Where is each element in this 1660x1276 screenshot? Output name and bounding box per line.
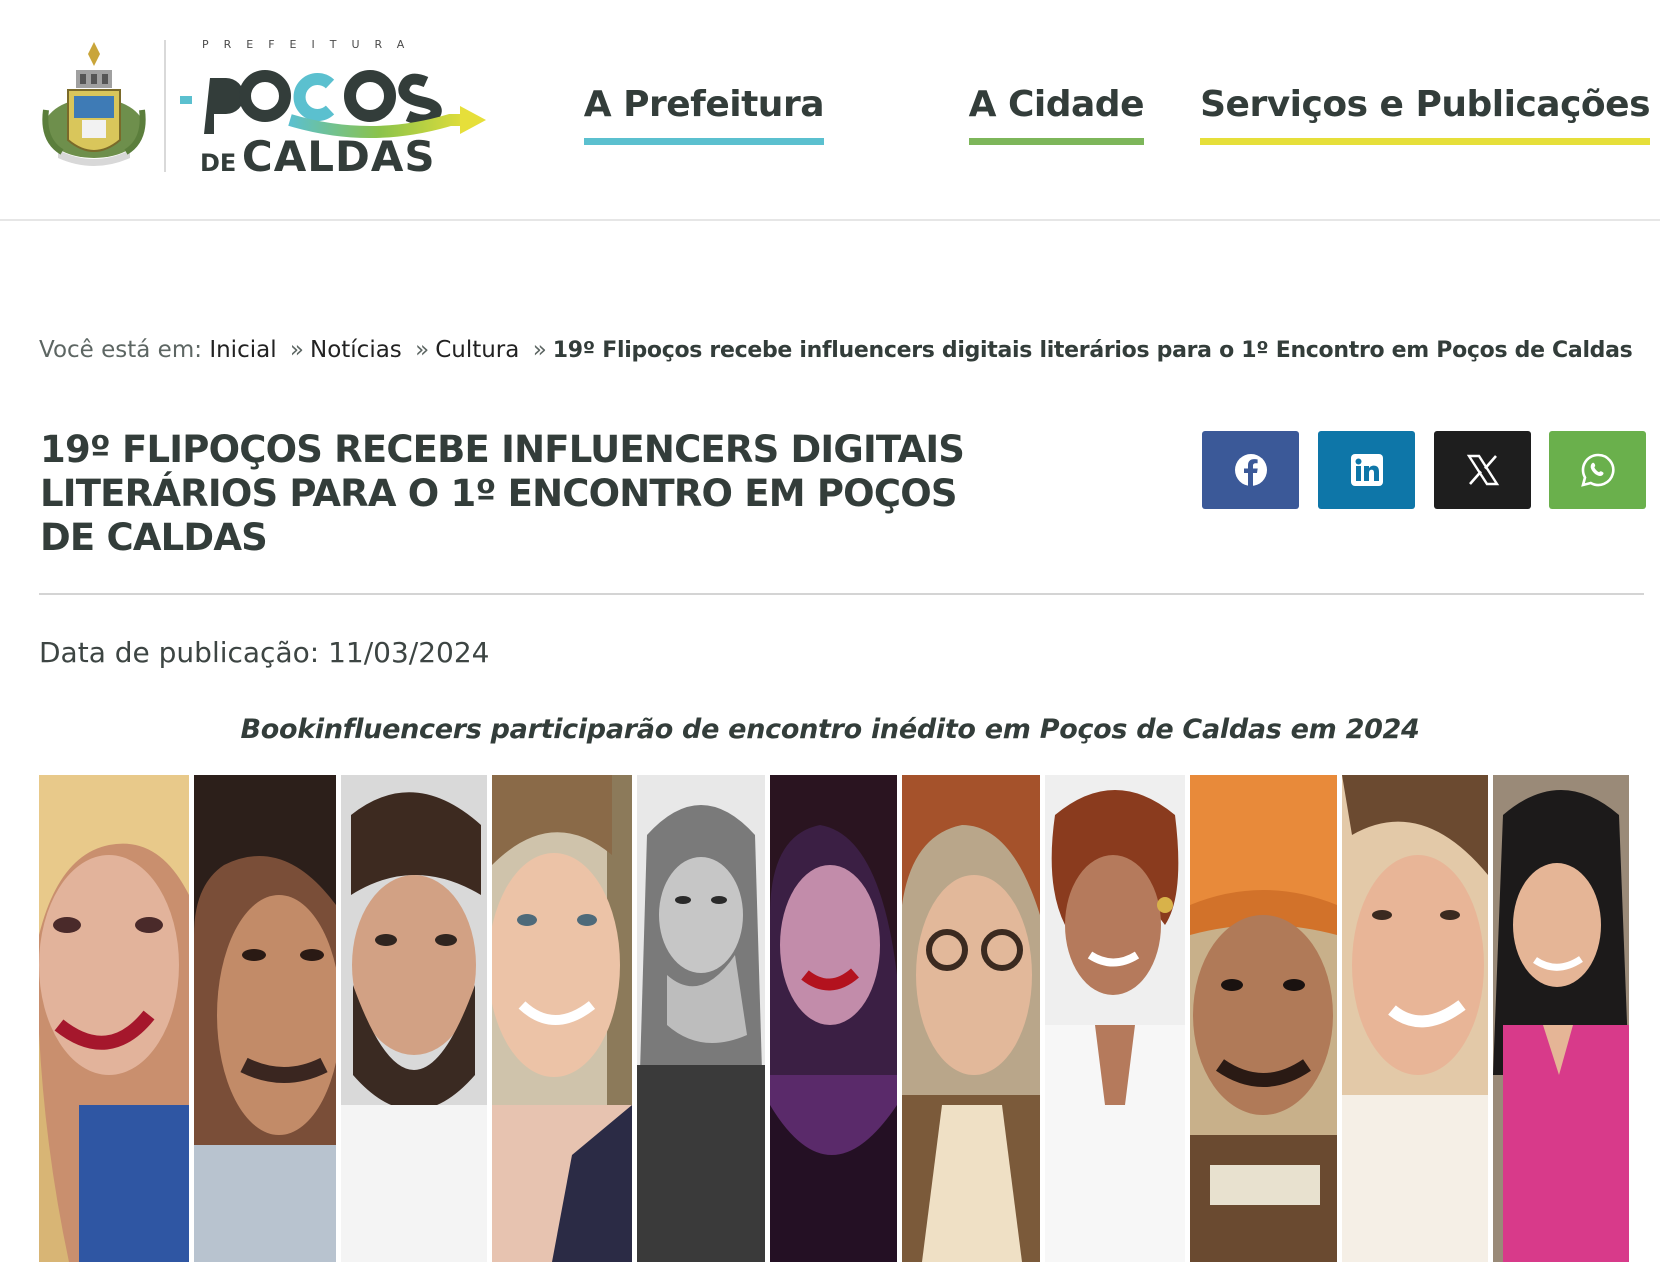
influencer-photo: [637, 775, 765, 1262]
whatsapp-icon: [1580, 453, 1615, 487]
logo-wordmark: [180, 48, 500, 144]
nav-label: Serviços e Publicações: [1200, 84, 1650, 125]
share-linkedin-button[interactable]: [1318, 431, 1415, 509]
breadcrumb-current: 19º Flipoços recebe influencers digitais…: [552, 338, 1633, 363]
image-caption: Bookinfluencers participarão de encontro…: [240, 714, 1420, 745]
logo-city: CALDAS: [241, 132, 436, 181]
nav-servicos-e-publicacoes[interactable]: Serviços e Publicações: [1200, 84, 1650, 145]
nav-underline: [968, 138, 1144, 145]
x-icon: [1466, 454, 1499, 486]
coat-of-arms-logo[interactable]: [38, 40, 150, 170]
nav-label: A Prefeitura: [583, 84, 825, 125]
influencer-photo: [492, 775, 632, 1262]
breadcrumb-link-noticias[interactable]: Notícias: [310, 337, 402, 363]
nav-underline: [1200, 138, 1650, 145]
linkedin-icon: [1350, 454, 1383, 486]
influencer-photo: [1190, 775, 1337, 1262]
share-x-button[interactable]: [1434, 431, 1531, 509]
influencer-photo: [902, 775, 1040, 1262]
facebook-icon: [1234, 454, 1267, 486]
breadcrumb-separator: »: [415, 337, 430, 363]
influencer-photo: [1493, 775, 1629, 1262]
nav-underline: [583, 138, 824, 145]
influencer-photo: [39, 775, 189, 1262]
logo-divider: [164, 40, 166, 172]
influencer-photo: [1045, 775, 1185, 1262]
influencer-photo: [194, 775, 336, 1262]
breadcrumb-link-inicial[interactable]: Inicial: [209, 337, 276, 363]
nav-label: A Cidade: [968, 84, 1145, 125]
breadcrumb: Você está em: Inicial » Notícias » Cultura…: [39, 337, 1633, 363]
nav-a-cidade[interactable]: A Cidade: [968, 84, 1145, 145]
influencers-photo-strip: [39, 775, 1644, 1262]
breadcrumb-separator: »: [289, 337, 304, 363]
influencer-photo: [341, 775, 487, 1262]
breadcrumb-link-cultura[interactable]: Cultura: [435, 337, 519, 363]
share-facebook-button[interactable]: [1202, 431, 1299, 509]
article-title: 19º FLIPOÇOS RECEBE INFLUENCERS DIGITAIS…: [40, 428, 965, 559]
title-divider: [39, 593, 1644, 595]
site-header: PREFEITURA DE CALDAS A Prefeitura A Cida…: [0, 0, 1660, 221]
share-whatsapp-button[interactable]: [1549, 431, 1646, 509]
pocos-de-caldas-logo[interactable]: PREFEITURA DE CALDAS: [180, 38, 500, 181]
breadcrumb-separator: »: [532, 337, 547, 363]
breadcrumb-prefix: Você está em:: [39, 337, 202, 363]
influencer-photo: [1342, 775, 1488, 1262]
nav-a-prefeitura[interactable]: A Prefeitura: [583, 84, 825, 145]
influencer-photo: [770, 775, 897, 1262]
logo-de: DE: [200, 149, 237, 177]
publication-date: Data de publicação: 11/03/2024: [39, 636, 490, 669]
logo-subtitle: DE CALDAS: [200, 132, 436, 181]
